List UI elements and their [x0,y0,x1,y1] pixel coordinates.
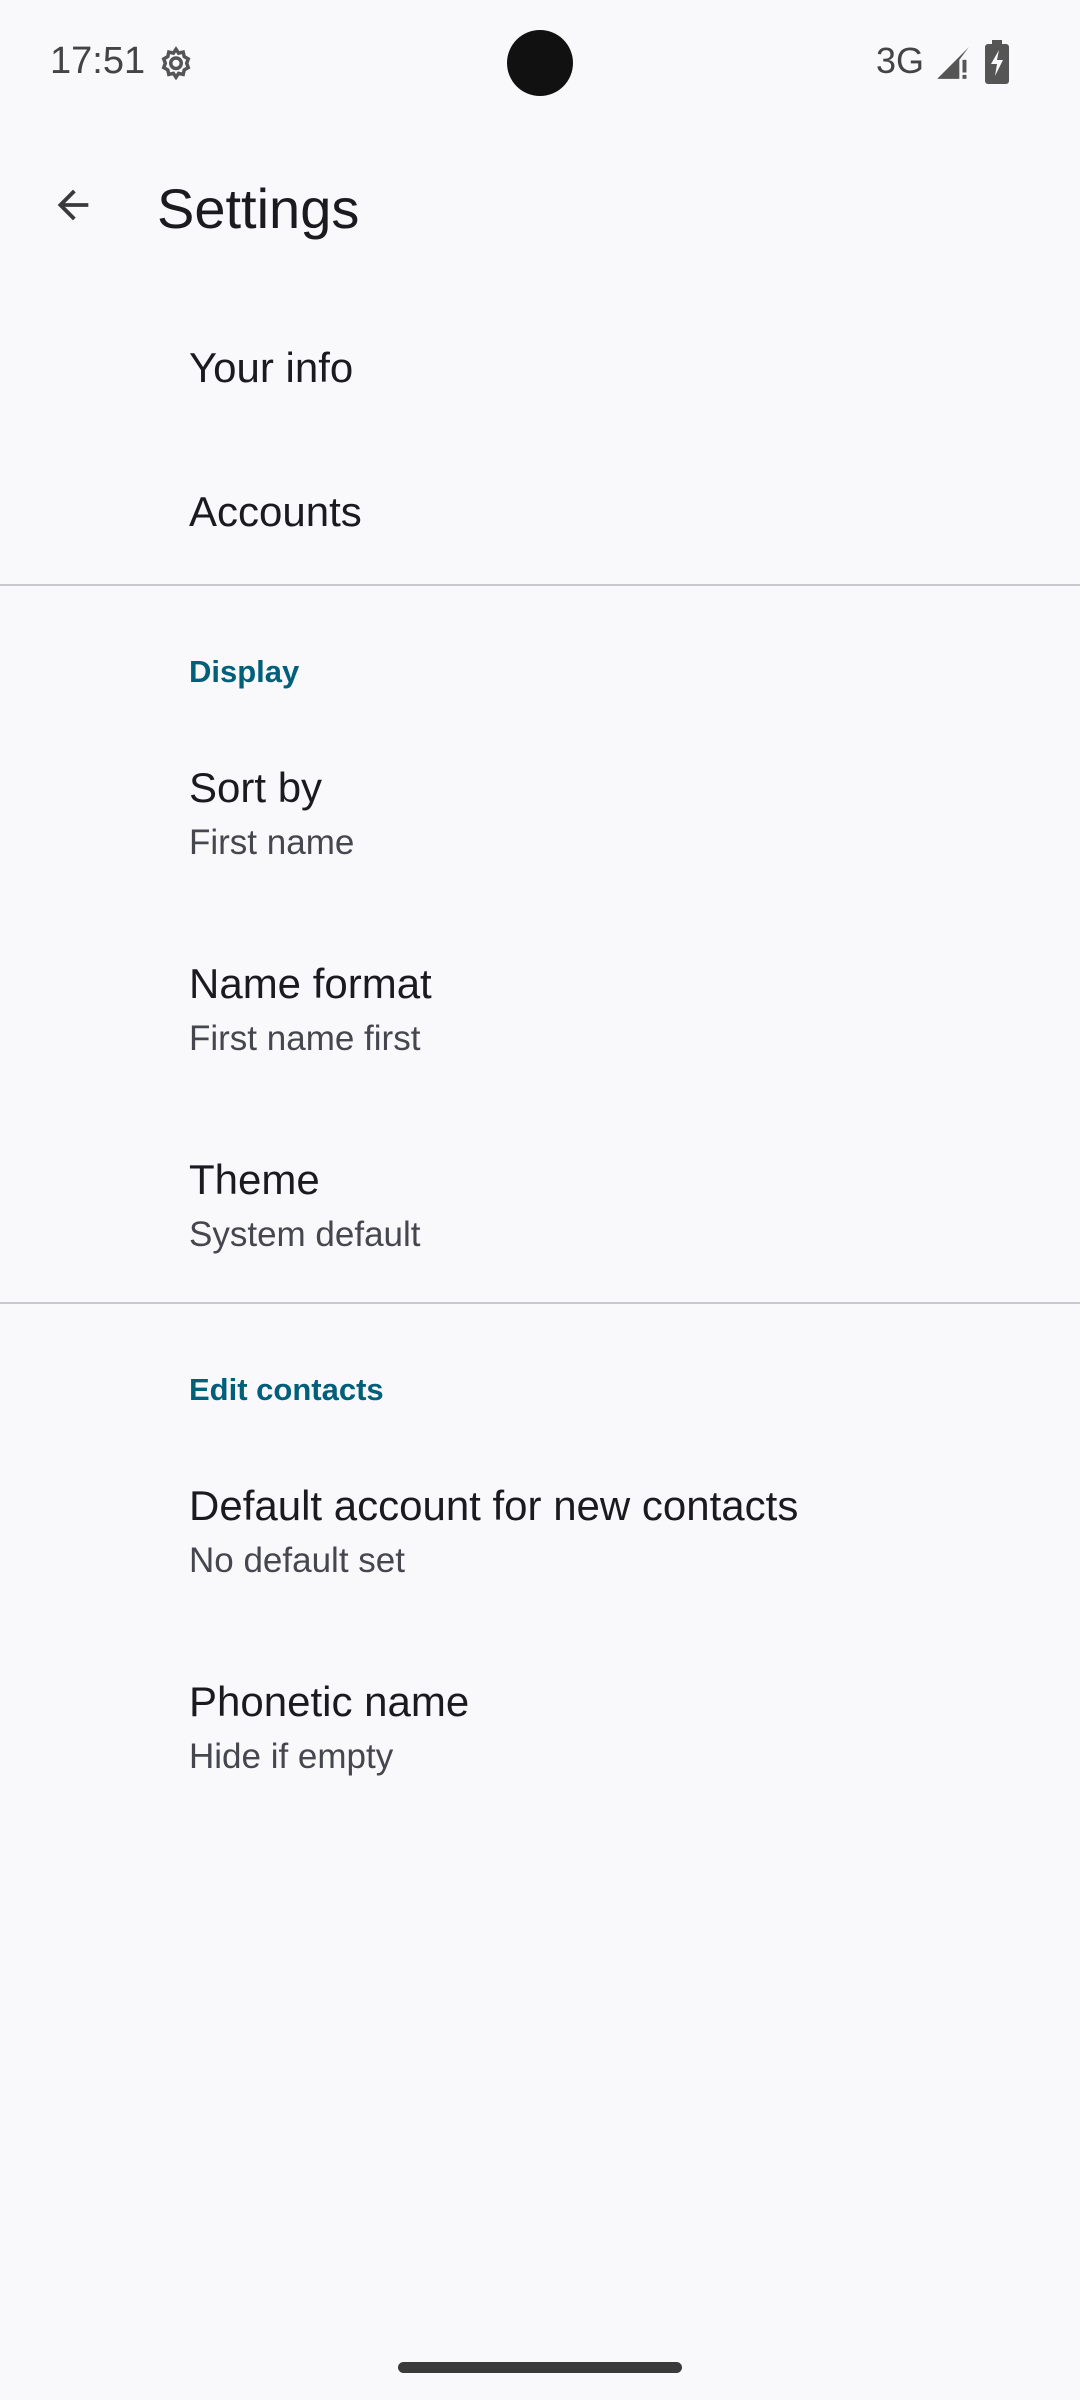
camera-cutout [507,30,573,96]
item-title: Name format [189,960,432,1007]
arrow-back-icon [50,182,96,233]
section-header-edit-contacts: Edit contacts [189,1372,384,1407]
section-header-display: Display [189,654,300,689]
item-title: Accounts [189,488,362,535]
back-button[interactable] [38,172,108,242]
gesture-nav-handle[interactable] [398,2362,682,2373]
theme-item[interactable]: Theme System default [0,1112,1080,1302]
item-subtitle: System default [189,1215,421,1254]
app-bar: Settings [0,130,1080,290]
item-subtitle: Hide if empty [189,1737,394,1776]
accounts-item[interactable]: Accounts [0,444,1080,584]
battery-charging-icon [984,40,1010,84]
divider [0,1302,1080,1304]
signal-icon [934,44,972,82]
item-title: Sort by [189,764,323,811]
gear-icon [155,44,197,86]
item-title: Your info [189,344,354,391]
status-time: 17:51 [50,40,146,82]
phonetic-name-item[interactable]: Phonetic name Hide if empty [0,1634,1080,1824]
network-type: 3G [876,40,925,81]
item-title: Default account for new contacts [189,1482,799,1529]
item-subtitle: First name first [189,1019,421,1058]
page-title: Settings [157,177,360,240]
default-account-item[interactable]: Default account for new contacts No defa… [0,1438,1080,1628]
item-title: Theme [189,1156,320,1203]
status-bar: 17:51 3G [0,0,1080,130]
name-format-item[interactable]: Name format First name first [0,916,1080,1106]
sort-by-item[interactable]: Sort by First name [0,720,1080,910]
item-subtitle: No default set [189,1541,405,1580]
item-title: Phonetic name [189,1678,470,1725]
divider [0,584,1080,586]
item-subtitle: First name [189,823,355,862]
your-info-item[interactable]: Your info [0,300,1080,440]
